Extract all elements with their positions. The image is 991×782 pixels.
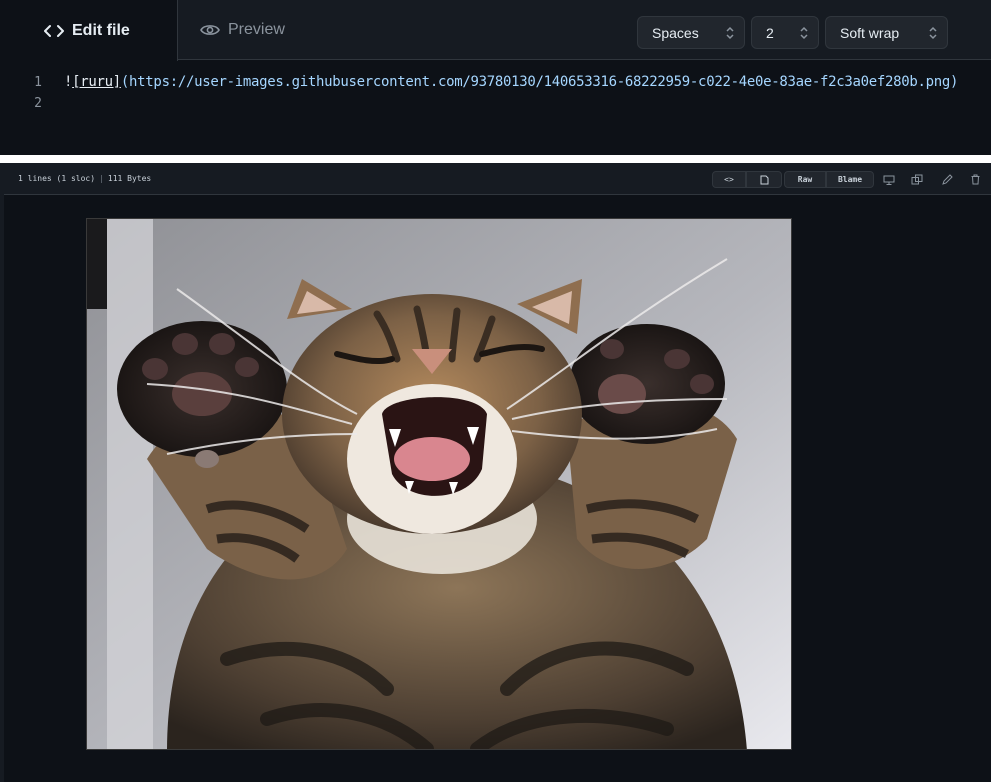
- tab-edit-label: Edit file: [72, 21, 130, 39]
- file-size: 111 Bytes: [107, 174, 152, 183]
- indent-size-value: 2: [766, 24, 774, 41]
- code-editor[interactable]: 1 ![ruru](https://user-images.githubuser…: [0, 60, 991, 155]
- indent-size-select[interactable]: 2: [751, 16, 819, 49]
- indent-mode-select[interactable]: Spaces: [637, 16, 745, 49]
- line-number: 1: [34, 74, 42, 90]
- line-content: ![ruru](https://user-images.githubuserco…: [64, 74, 958, 90]
- wrap-mode-value: Soft wrap: [840, 24, 900, 41]
- tab-preview-label: Preview: [228, 21, 285, 38]
- meta-divider: |: [99, 174, 104, 183]
- open-copy-icon[interactable]: [908, 171, 926, 188]
- file-viewer-header: 1 lines (1 sloc) | 111 Bytes <> Raw Blam…: [4, 163, 991, 195]
- line-number: 2: [34, 95, 42, 111]
- rendered-cat-image: [86, 218, 792, 750]
- markdown-bang: !: [64, 74, 73, 90]
- pencil-icon[interactable]: [938, 171, 956, 188]
- indent-mode-value: Spaces: [652, 24, 699, 41]
- editor-toolbar: Edit file Preview Spaces 2 Soft wrap: [0, 0, 991, 61]
- markdown-url: (https://user-images.githubusercontent.c…: [120, 74, 959, 90]
- tab-edit-file[interactable]: Edit file: [0, 0, 178, 61]
- blame-button[interactable]: Blame: [826, 171, 874, 188]
- tab-preview[interactable]: Preview: [200, 0, 285, 60]
- file-meta: 1 lines (1 sloc) | 111 Bytes: [18, 174, 151, 183]
- trash-icon[interactable]: [966, 171, 984, 188]
- wrap-mode-select[interactable]: Soft wrap: [825, 16, 948, 49]
- select-caret-icon: [800, 26, 808, 40]
- display-source-button[interactable]: <>: [712, 171, 746, 188]
- editor-panel: Edit file Preview Spaces 2 Soft wrap 1 !…: [0, 0, 991, 155]
- desktop-icon[interactable]: [880, 171, 898, 188]
- file-viewer: 1 lines (1 sloc) | 111 Bytes <> Raw Blam…: [0, 163, 991, 782]
- raw-button[interactable]: Raw: [784, 171, 826, 188]
- file-icon: [760, 175, 768, 184]
- code-icon: [44, 22, 66, 40]
- select-caret-icon: [929, 26, 937, 40]
- line-count: 1 lines (1 sloc): [18, 174, 96, 183]
- divider: [0, 155, 991, 163]
- code-glyph: <>: [724, 175, 734, 184]
- select-caret-icon: [726, 26, 734, 40]
- markdown-alt-text: [ruru]: [72, 74, 121, 90]
- display-rendered-button[interactable]: [746, 171, 782, 188]
- eye-icon: [200, 21, 222, 39]
